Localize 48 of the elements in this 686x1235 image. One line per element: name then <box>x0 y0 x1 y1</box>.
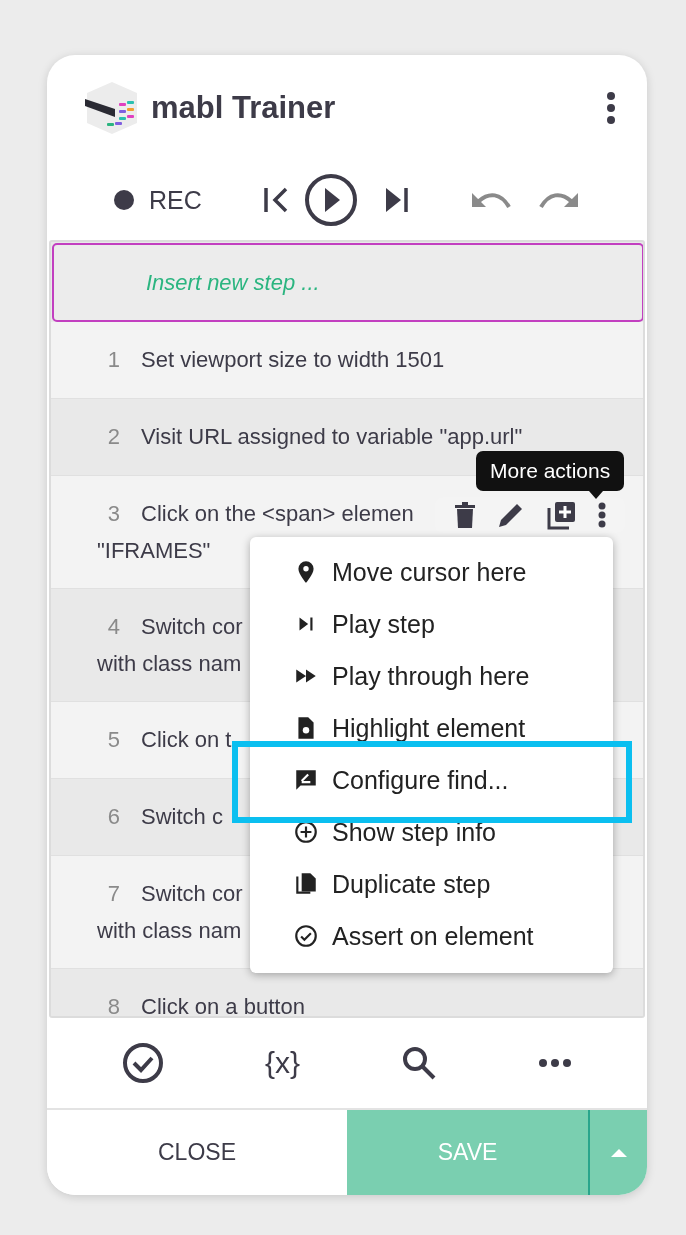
play-icon[interactable] <box>303 173 358 227</box>
more-icon[interactable] <box>537 1058 572 1068</box>
step-text: Click on t <box>141 727 232 752</box>
step-text: "IFRAMES" <box>97 538 211 563</box>
step-text: with class nam <box>97 651 242 676</box>
check-circle-icon <box>293 923 319 949</box>
step-text: with class nam <box>97 918 242 943</box>
step-number: 7 <box>106 880 120 908</box>
step-number: 1 <box>106 346 120 374</box>
check-circle-icon[interactable] <box>122 1042 165 1084</box>
app-title: mabl Trainer <box>151 89 337 126</box>
caret-up-icon <box>610 1148 627 1157</box>
step-number: 2 <box>106 423 120 451</box>
step-number: 8 <box>106 993 120 1016</box>
tooltip-pointer <box>589 491 603 499</box>
step-text: Click on a button <box>141 994 305 1016</box>
record-button[interactable]: REC <box>113 185 202 215</box>
menu-item[interactable]: Assert on element <box>250 910 613 962</box>
step-number: 6 <box>106 803 120 831</box>
step-text: Set viewport size to width 1501 <box>141 347 445 372</box>
menu-item[interactable]: Highlight element <box>250 702 613 754</box>
add-copy-icon[interactable] <box>546 500 577 530</box>
step-text: Visit URL assigned to variable "app.url" <box>141 424 523 449</box>
step-row[interactable]: 1 Set viewport size to width 1501 <box>51 322 643 399</box>
step-text: Switch cor <box>141 881 243 906</box>
tooltip: More actions <box>476 451 625 491</box>
step-number: 4 <box>106 613 120 641</box>
step-text: Click on the <span> elemen <box>141 501 414 526</box>
record-dot-icon <box>113 189 135 211</box>
skip-next-icon[interactable] <box>383 186 410 214</box>
menu-item[interactable]: Play step <box>250 598 613 650</box>
more-options-icon[interactable] <box>605 90 617 125</box>
step-back-icon[interactable] <box>261 186 290 214</box>
menu-item[interactable]: Configure find... <box>250 754 613 806</box>
menu-item[interactable]: Show step info <box>250 806 613 858</box>
insert-step-field[interactable]: Insert new step ... <box>52 243 643 322</box>
close-button[interactable]: CLOSE <box>47 1110 347 1195</box>
duplicate-icon <box>293 871 319 897</box>
search-icon[interactable] <box>400 1045 437 1081</box>
step-text: Switch cor <box>141 614 243 639</box>
menu-item[interactable]: Play through here <box>250 650 613 702</box>
variables-button[interactable]: {x} <box>265 1046 301 1080</box>
trash-icon[interactable] <box>453 501 476 529</box>
more-actions-icon[interactable] <box>598 502 607 528</box>
menu-item[interactable]: Duplicate step <box>250 858 613 910</box>
step-number: 3 <box>106 500 120 528</box>
step-number: 5 <box>106 726 120 754</box>
step-text: Switch c <box>141 804 223 829</box>
